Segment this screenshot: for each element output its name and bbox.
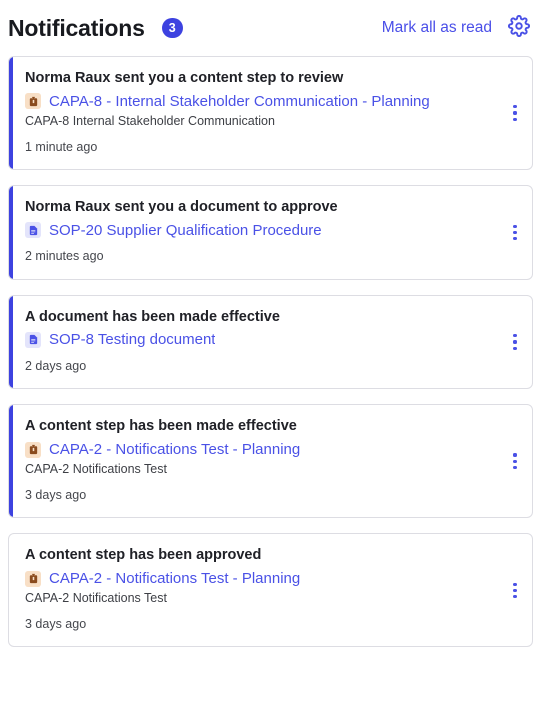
notification-link-row: SOP-20 Supplier Qualification Procedure [25,221,490,241]
notification-link[interactable]: CAPA-2 - Notifications Test - Planning [49,569,300,589]
notification-card[interactable]: Norma Raux sent you a content step to re… [8,56,533,171]
notification-menu-button[interactable] [498,296,532,389]
document-icon [25,222,41,239]
kebab-menu-icon [513,224,517,241]
settings-button[interactable] [506,14,532,42]
notification-timestamp: 2 days ago [25,358,87,373]
kebab-menu-icon [513,453,517,469]
notification-title: A content step has been made effective [25,418,297,435]
notification-subtitle: CAPA-2 Notifications Test [25,591,167,606]
notification-link-row: SOP-8 Testing document [25,330,490,350]
notification-menu-button[interactable] [498,405,532,517]
notification-title: Norma Raux sent you a content step to re… [25,70,344,86]
gear-icon [507,14,531,42]
mark-all-as-read-button[interactable]: Mark all as read [382,19,492,37]
unread-count-badge: 3 [161,18,183,38]
notification-timestamp: 2 minutes ago [25,249,104,264]
notification-subtitle: CAPA-8 Internal Stakeholder Communicatio… [25,114,275,129]
notification-card[interactable]: A document has been made effective SOP-8 … [8,294,533,390]
notification-link-row: CAPA-2 - Notifications Test - Planning [25,440,490,460]
notification-body: A content step has been made effective CA… [9,405,498,517]
kebab-menu-icon [513,582,517,599]
notification-body: A document has been made effective SOP-8 … [9,296,498,389]
document-icon [25,331,41,348]
notification-link-row: CAPA-2 - Notifications Test - Planning [25,569,490,589]
notification-timestamp: 1 minute ago [25,139,98,154]
capa-icon [25,441,41,458]
notification-link[interactable]: CAPA-8 - Internal Stakeholder Communicat… [49,92,430,112]
notification-title: A document has been made effective [25,308,280,325]
capa-icon [25,570,41,587]
notification-timestamp: 3 days ago [25,487,87,502]
notification-list: Norma Raux sent you a content step to re… [0,56,542,648]
page-title: Notifications [8,14,145,41]
notification-menu-button[interactable] [498,186,532,279]
notification-link[interactable]: SOP-20 Supplier Qualification Procedure [49,221,322,241]
kebab-menu-icon [513,334,517,350]
notification-link[interactable]: CAPA-2 - Notifications Test - Planning [49,440,300,460]
notification-body: A content step has been approved CAPA-2 -… [9,534,498,646]
notification-menu-button[interactable] [498,534,532,646]
notification-title: A content step has been approved [25,547,262,564]
notifications-header: Notifications 3 Mark all as read [0,0,542,56]
notification-body: Norma Raux sent you a content step to re… [9,57,498,169]
notification-link-row: CAPA-8 - Internal Stakeholder Communicat… [25,92,490,112]
notification-timestamp: 3 days ago [25,616,87,631]
notification-subtitle: CAPA-2 Notifications Test [25,462,167,477]
notification-title: Norma Raux sent you a document to approv… [25,199,338,216]
notification-menu-button[interactable] [498,57,532,169]
kebab-menu-icon [513,105,517,121]
notification-card[interactable]: A content step has been approved CAPA-2 -… [8,533,533,648]
notification-card[interactable]: Norma Raux sent you a document to approv… [8,185,533,280]
notification-link[interactable]: SOP-8 Testing document [49,330,215,350]
notification-card[interactable]: A content step has been made effective CA… [8,404,533,519]
capa-icon [25,93,41,110]
notification-body: Norma Raux sent you a document to approv… [9,186,498,279]
